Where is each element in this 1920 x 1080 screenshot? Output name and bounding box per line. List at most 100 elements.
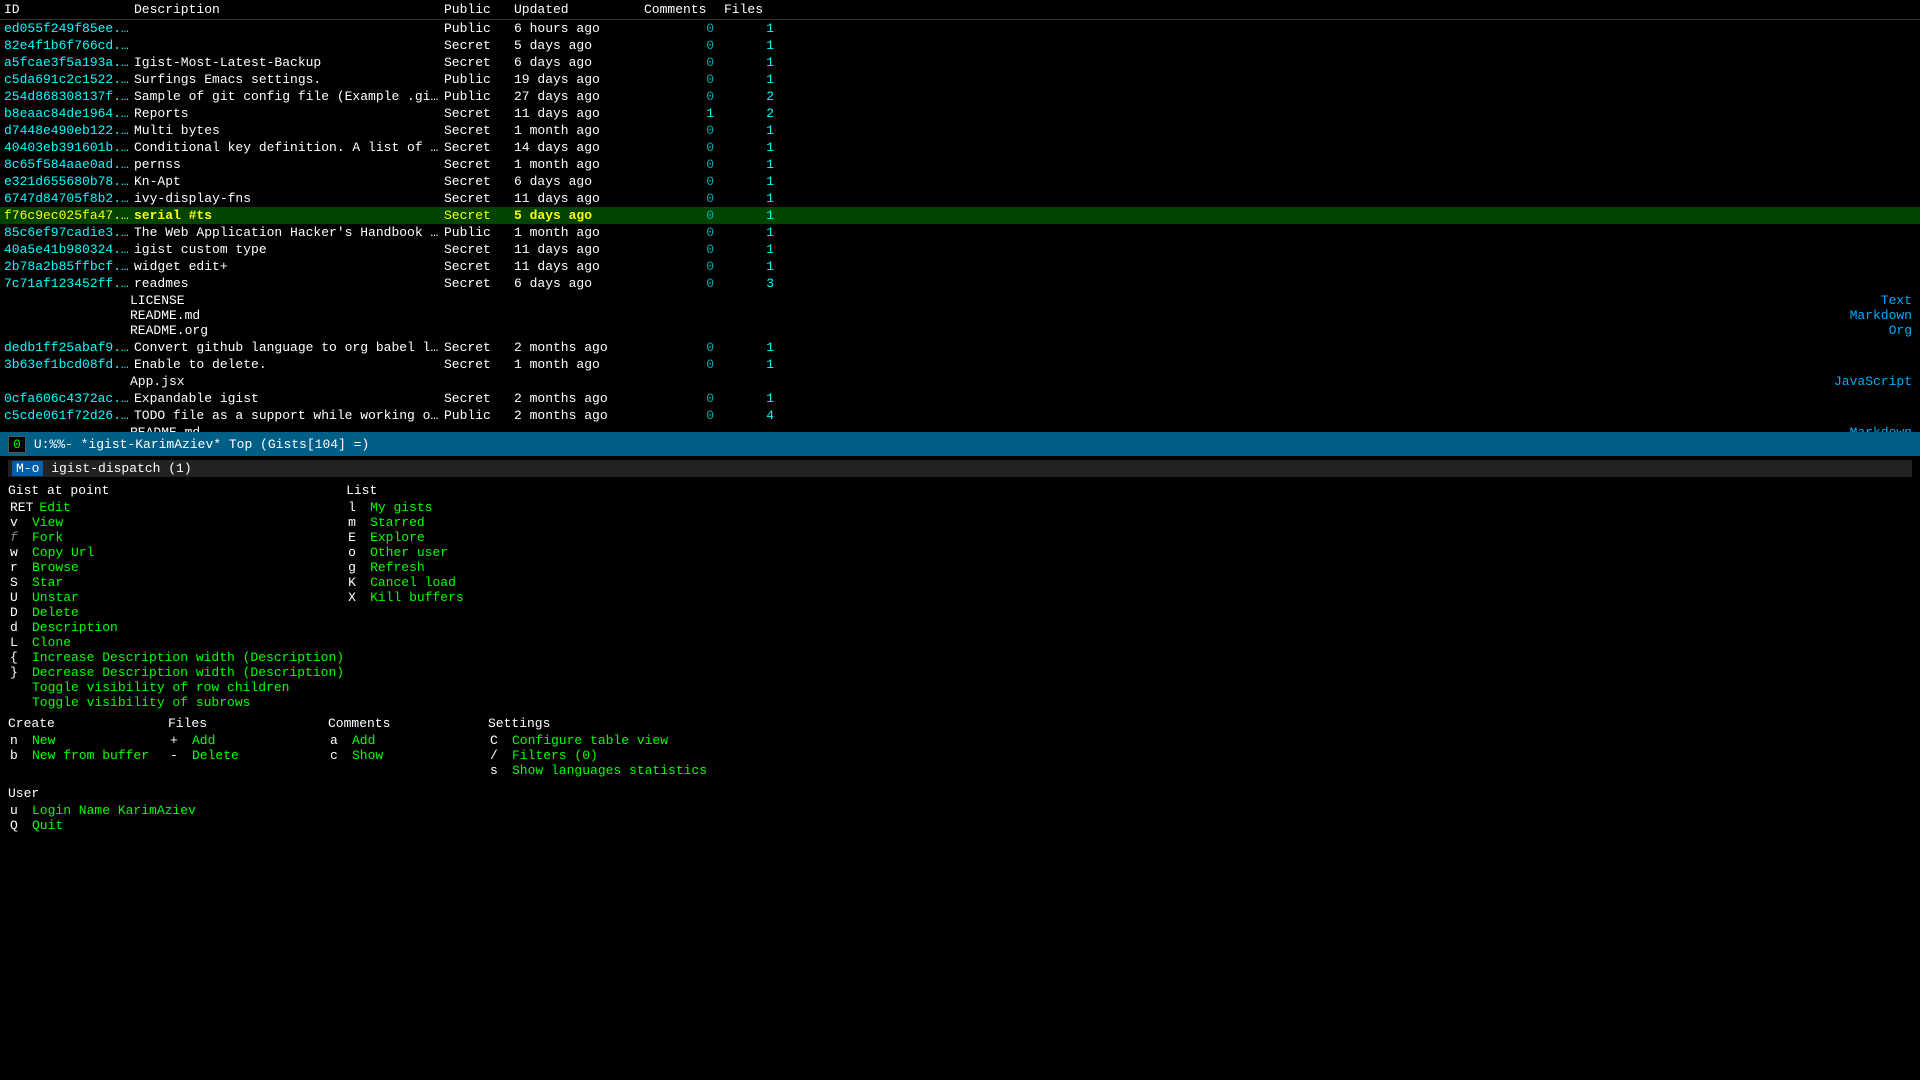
- gist-comments: 0: [644, 38, 724, 53]
- sub-file-type: Org: [1796, 323, 1916, 338]
- menu-item[interactable]: Toggle visibility of row children: [8, 680, 346, 695]
- table-row[interactable]: a5fcae3f5a193a... Igist-Most-Latest-Back…: [0, 54, 1920, 71]
- table-row[interactable]: f76c9ec025fa47... serial #ts Secret 5 da…: [0, 207, 1920, 224]
- bottom-item[interactable]: /Filters (0): [488, 748, 709, 763]
- menu-item[interactable]: UUnstar: [8, 590, 346, 605]
- table-row[interactable]: 40a5e41b980324... igist custom type Secr…: [0, 241, 1920, 258]
- bottom-key: c: [330, 748, 346, 763]
- menu-item[interactable]: lMy gists: [346, 500, 666, 515]
- menu-item[interactable]: EExplore: [346, 530, 666, 545]
- bottom-item[interactable]: sShow languages statistics: [488, 763, 709, 778]
- table-row[interactable]: 0cfa606c4372ac... Expandable igist Secre…: [0, 390, 1920, 407]
- gist-updated: 11 days ago: [514, 242, 644, 257]
- menu-item[interactable]: KCancel load: [346, 575, 666, 590]
- user-item[interactable]: QQuit: [8, 818, 1912, 833]
- menu-key: w: [10, 545, 26, 560]
- bottom-item[interactable]: CConfigure table view: [488, 733, 709, 748]
- table-row[interactable]: 7c71af123452ff... readmes Secret 6 days …: [0, 275, 1920, 292]
- menu-item[interactable]: wCopy Url: [8, 545, 346, 560]
- dispatch-header: M-o igist-dispatch (1): [8, 460, 1912, 477]
- menu-key: f: [10, 530, 26, 545]
- table-row[interactable]: c5da691c2c1522... Surfings Emacs setting…: [0, 71, 1920, 88]
- table-row[interactable]: 8c65f584aae0ad... pernss Secret 1 month …: [0, 156, 1920, 173]
- menu-item[interactable]: gRefresh: [346, 560, 666, 575]
- bottom-item[interactable]: nNew: [8, 733, 168, 748]
- menu-label: Toggle visibility of subrows: [32, 695, 250, 710]
- table-header: ID Description Public Updated Comments F…: [0, 0, 1920, 20]
- settings-title: Settings: [488, 716, 709, 731]
- table-row[interactable]: b8eaac84de1964... Reports Secret 11 days…: [0, 105, 1920, 122]
- gist-desc: Conditional key definition. A list of fo…: [134, 140, 444, 155]
- user-item[interactable]: uLogin Name KarimAziev: [8, 803, 1912, 818]
- table-row[interactable]: 82e4f1b6f766cd... Secret 5 days ago 0 1: [0, 37, 1920, 54]
- bottom-item[interactable]: bNew from buffer: [8, 748, 168, 763]
- menu-item[interactable]: LClone: [8, 635, 346, 650]
- col-header-id: ID: [4, 2, 134, 17]
- gist-comments: 0: [644, 89, 724, 104]
- gist-at-point-col: Gist at point RETEditvViewfForkwCopy Url…: [8, 483, 346, 710]
- gist-files: 1: [724, 140, 784, 155]
- sub-file-row[interactable]: LICENSE Text: [130, 293, 1916, 308]
- bottom-item[interactable]: c Show: [328, 748, 488, 763]
- table-row[interactable]: 254d868308137f... Sample of git config f…: [0, 88, 1920, 105]
- gist-updated: 2 months ago: [514, 340, 644, 355]
- bottom-item[interactable]: -Delete: [168, 748, 328, 763]
- table-row[interactable]: 2b78a2b85ffbcf... widget edit+ Secret 11…: [0, 258, 1920, 275]
- table-row[interactable]: ed055f249f85ee... Public 6 hours ago 0 1: [0, 20, 1920, 37]
- menu-item[interactable]: XKill buffers: [346, 590, 666, 605]
- menu-item[interactable]: {Increase Description width (Description…: [8, 650, 346, 665]
- files-col: Files +Add-Delete: [168, 716, 328, 778]
- menu-item[interactable]: vView: [8, 515, 346, 530]
- gist-updated: 1 month ago: [514, 225, 644, 240]
- sub-file-row[interactable]: README.org Org: [130, 323, 1916, 338]
- gist-list-pane: ID Description Public Updated Comments F…: [0, 0, 1920, 432]
- bottom-label: Filters (0): [512, 748, 598, 763]
- table-row[interactable]: 3b63ef1bcd08fd... Enable to delete. Secr…: [0, 356, 1920, 373]
- sub-file-name: README.org: [130, 323, 440, 338]
- menu-item[interactable]: RETEdit: [8, 500, 346, 515]
- bottom-item[interactable]: +Add: [168, 733, 328, 748]
- sub-file-row[interactable]: README.md Markdown: [130, 308, 1916, 323]
- gist-id: 3b63ef1bcd08fd...: [4, 357, 134, 372]
- bottom-item[interactable]: aAdd: [328, 733, 488, 748]
- sub-file-name: README.md: [130, 308, 440, 323]
- menu-item[interactable]: }Decrease Description width (Description…: [8, 665, 346, 680]
- menu-key: {: [10, 650, 26, 665]
- table-row[interactable]: d7448e490eb122... Multi bytes Secret 1 m…: [0, 122, 1920, 139]
- gist-comments: 0: [644, 242, 724, 257]
- menu-item[interactable]: SStar: [8, 575, 346, 590]
- menu-item[interactable]: f Fork: [8, 530, 346, 545]
- menu-section: Gist at point RETEditvViewfForkwCopy Url…: [8, 483, 1912, 710]
- gist-comments: 0: [644, 225, 724, 240]
- sub-file-type: Text: [1796, 293, 1916, 308]
- menu-item[interactable]: Toggle visibility of subrows: [8, 695, 346, 710]
- sub-file-row[interactable]: README.md Markdown: [130, 425, 1916, 432]
- create-col: Create nNewbNew from buffer: [8, 716, 168, 778]
- dispatch-key[interactable]: M-o: [12, 461, 43, 476]
- gist-updated: 11 days ago: [514, 106, 644, 121]
- gist-desc: Kn-Apt: [134, 174, 444, 189]
- bottom-label: Show: [352, 748, 383, 763]
- menu-item[interactable]: mStarred: [346, 515, 666, 530]
- gist-public: Public: [444, 72, 514, 87]
- menu-label: Clone: [32, 635, 71, 650]
- gist-public: Secret: [444, 391, 514, 406]
- menu-item[interactable]: dDescription: [8, 620, 346, 635]
- table-row[interactable]: dedb1ff25abaf9... Convert github languag…: [0, 339, 1920, 356]
- menu-item[interactable]: oOther user: [346, 545, 666, 560]
- table-row[interactable]: 85c6ef97cadie3... The Web Application Ha…: [0, 224, 1920, 241]
- sub-file-row[interactable]: App.jsx JavaScript: [130, 374, 1916, 389]
- gist-id: 8c65f584aae0ad...: [4, 157, 134, 172]
- table-row[interactable]: 6747d84705f8b2... ivy-display-fns Secret…: [0, 190, 1920, 207]
- menu-label: Refresh: [370, 560, 425, 575]
- table-row[interactable]: c5cde061f72d26... TODO file as a support…: [0, 407, 1920, 424]
- sub-files: App.jsx JavaScript: [0, 373, 1920, 390]
- table-row[interactable]: e321d655680b78... Kn-Apt Secret 6 days a…: [0, 173, 1920, 190]
- menu-label: Fork: [32, 530, 63, 545]
- gist-id: b8eaac84de1964...: [4, 106, 134, 121]
- menu-item[interactable]: DDelete: [8, 605, 346, 620]
- gist-id: 40403eb391601b...: [4, 140, 134, 155]
- status-number: 0: [8, 436, 26, 453]
- table-row[interactable]: 40403eb391601b... Conditional key defini…: [0, 139, 1920, 156]
- menu-item[interactable]: rBrowse: [8, 560, 346, 575]
